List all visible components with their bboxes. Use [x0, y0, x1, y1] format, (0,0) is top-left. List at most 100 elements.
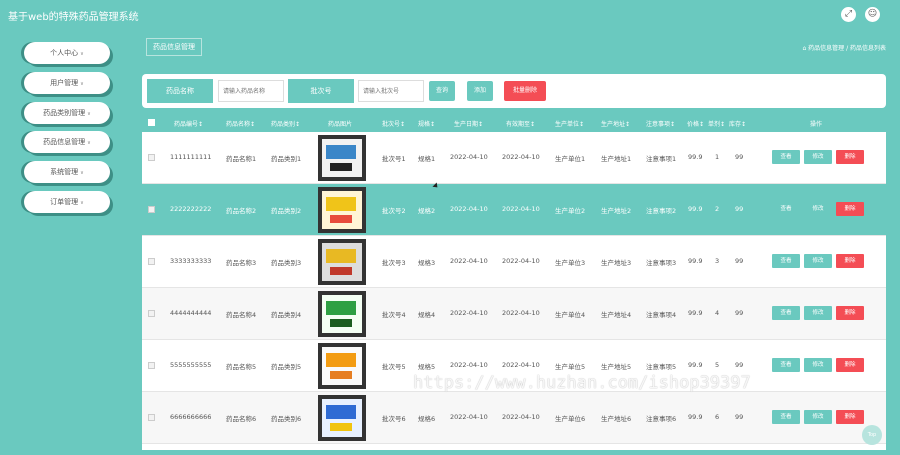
edit-button[interactable]: 修改: [804, 150, 832, 164]
row-checkbox[interactable]: [148, 258, 155, 265]
cell-code: 6666666666: [170, 413, 212, 421]
sidebar-item-label: 药品类别管理: [43, 109, 86, 117]
cell-notes: 注意事项6: [646, 415, 677, 423]
cell-category: 药品类别3: [271, 259, 302, 267]
view-button[interactable]: 查看: [772, 150, 800, 164]
column-header[interactable]: 注意事项↕: [646, 119, 675, 128]
sidebar-item-label: 药品信息管理: [43, 138, 86, 146]
table-row[interactable]: 2222222222 药品名称2 药品类别2 批次号2 规格2 2022-04-10 202…: [142, 184, 886, 236]
row-checkbox[interactable]: [148, 414, 155, 421]
drug-image: [318, 291, 366, 337]
chevron-down-icon: ∨: [87, 111, 91, 117]
row-checkbox[interactable]: [148, 206, 155, 213]
cell-maker: 生产单位4: [555, 311, 586, 319]
batch-label: 批次号: [288, 79, 354, 103]
cell-code: 1111111111: [170, 153, 212, 161]
drug-table: 药品编号↕ 药品名称↕ 药品类别↕ 药品图片 批次号↕ 规格↕ 生产日期↕ 有效…: [142, 114, 886, 450]
query-button[interactable]: 查询: [429, 81, 455, 101]
view-button[interactable]: 查看: [772, 410, 800, 424]
cell-address: 生产地址3: [601, 259, 632, 267]
cell-batch: 批次号1: [382, 155, 406, 163]
sidebar-item-personal-center[interactable]: 个人中心 ∨: [24, 42, 110, 64]
cell-spec: 规格4: [418, 311, 436, 319]
cell-mfg-date: 2022-04-10: [450, 361, 488, 369]
breadcrumb-text[interactable]: 药品信息管理 / 药品信息列表: [808, 45, 886, 52]
column-header[interactable]: 单剂↕: [708, 119, 725, 128]
column-header[interactable]: 规格↕: [418, 119, 435, 128]
delete-button[interactable]: 删除: [836, 150, 864, 164]
view-button[interactable]: 查看: [772, 202, 800, 216]
cell-spec: 规格2: [418, 207, 436, 215]
chevron-down-icon: ∨: [80, 170, 84, 176]
cell-notes: 注意事项5: [646, 363, 677, 371]
sidebar-item-system[interactable]: 系统管理 ∨: [24, 161, 110, 183]
table-row[interactable]: 6666666666 药品名称6 药品类别6 批次号6 规格6 2022-04-10 202…: [142, 392, 886, 444]
table-row[interactable]: 1111111111 药品名称1 药品类别1 批次号1 规格1 2022-04-10 202…: [142, 132, 886, 184]
page-title: 药品信息管理: [146, 38, 202, 56]
cell-code: 4444444444: [170, 309, 212, 317]
row-checkbox[interactable]: [148, 154, 155, 161]
cell-maker: 生产单位5: [555, 363, 586, 371]
row-checkbox[interactable]: [148, 310, 155, 317]
cell-exp-date: 2022-04-10: [502, 257, 540, 265]
delete-button[interactable]: 删除: [836, 306, 864, 320]
edit-button[interactable]: 修改: [804, 306, 832, 320]
batch-delete-button[interactable]: 批量删除: [504, 81, 546, 101]
column-header[interactable]: 生产单位↕: [555, 119, 584, 128]
cell-maker: 生产单位2: [555, 207, 586, 215]
batch-input[interactable]: [358, 80, 424, 102]
cell-name: 药品名称5: [226, 363, 257, 371]
cell-batch: 批次号2: [382, 207, 406, 215]
cell-mfg-date: 2022-04-10: [450, 257, 488, 265]
cell-batch: 批次号5: [382, 363, 406, 371]
table-row[interactable]: 3333333333 药品名称3 药品类别3 批次号3 规格3 2022-04-10 202…: [142, 236, 886, 288]
table-row[interactable]: 4444444444 药品名称4 药品类别4 批次号4 规格4 2022-04-10 202…: [142, 288, 886, 340]
drug-name-input[interactable]: [218, 80, 284, 102]
sidebar-item-drug-category[interactable]: 药品类别管理 ∨: [24, 102, 110, 124]
sidebar-item-drug-info[interactable]: 药品信息管理 ∨: [24, 131, 110, 153]
fullscreen-icon[interactable]: ⤢: [841, 7, 856, 22]
column-header[interactable]: 药品编号↕: [174, 119, 203, 128]
cell-exp-date: 2022-04-10: [502, 153, 540, 161]
column-header: 药品图片: [328, 121, 353, 128]
view-button[interactable]: 查看: [772, 306, 800, 320]
drug-image: [318, 135, 366, 181]
cell-mfg-date: 2022-04-10: [450, 413, 488, 421]
column-header[interactable]: 药品类别↕: [271, 119, 300, 128]
chevron-down-icon: ∨: [80, 51, 84, 57]
drug-image: [318, 343, 366, 389]
delete-button[interactable]: 删除: [836, 358, 864, 372]
delete-button[interactable]: 删除: [836, 410, 864, 424]
delete-button[interactable]: 删除: [836, 202, 864, 216]
edit-button[interactable]: 修改: [804, 410, 832, 424]
cell-stock: 99: [735, 361, 744, 369]
cell-batch: 批次号4: [382, 311, 406, 319]
edit-button[interactable]: 修改: [804, 254, 832, 268]
delete-button[interactable]: 删除: [836, 254, 864, 268]
view-button[interactable]: 查看: [772, 254, 800, 268]
cell-notes: 注意事项3: [646, 259, 677, 267]
cell-price: 99.9: [688, 309, 703, 317]
cell-price: 99.9: [688, 153, 703, 161]
column-header[interactable]: 批次号↕: [382, 119, 405, 128]
table-header: 药品编号↕ 药品名称↕ 药品类别↕ 药品图片 批次号↕ 规格↕ 生产日期↕ 有效…: [142, 114, 886, 132]
edit-button[interactable]: 修改: [804, 202, 832, 216]
column-header[interactable]: 有效期至↕: [506, 119, 535, 128]
column-header[interactable]: 价格↕: [687, 119, 704, 128]
view-button[interactable]: 查看: [772, 358, 800, 372]
column-header[interactable]: 生产地址↕: [601, 119, 630, 128]
cell-stock: 99: [735, 309, 744, 317]
column-header[interactable]: 库存↕: [729, 119, 746, 128]
back-to-top-button[interactable]: Top: [862, 425, 882, 445]
cell-dose: 4: [715, 309, 720, 317]
sidebar-item-orders[interactable]: 订单管理 ∨: [24, 191, 110, 213]
sidebar-item-user-management[interactable]: 用户管理 ∨: [24, 72, 110, 94]
column-header[interactable]: 生产日期↕: [454, 119, 483, 128]
edit-button[interactable]: 修改: [804, 358, 832, 372]
select-all-checkbox[interactable]: [148, 119, 155, 126]
user-icon[interactable]: ☺: [865, 7, 880, 22]
row-checkbox[interactable]: [148, 362, 155, 369]
add-button[interactable]: 添加: [467, 81, 493, 101]
cell-maker: 生产单位3: [555, 259, 586, 267]
column-header[interactable]: 药品名称↕: [226, 119, 255, 128]
